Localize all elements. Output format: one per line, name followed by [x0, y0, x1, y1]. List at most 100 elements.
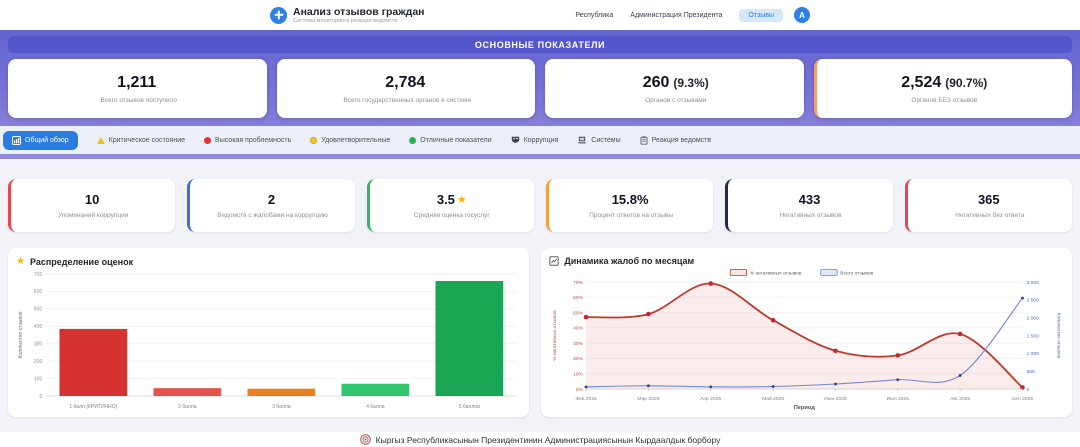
- total-point[interactable]: [959, 374, 962, 377]
- svg-text:3 балла: 3 балла: [272, 404, 291, 410]
- chart-box-icon: [549, 256, 559, 266]
- rating-distribution-chart-card: ★ Распределение оценок 01002003004005006…: [8, 248, 529, 417]
- stat-value: 15.8%: [612, 192, 649, 207]
- svg-text:40%: 40%: [573, 326, 584, 332]
- total-point[interactable]: [897, 378, 900, 381]
- tab-critical[interactable]: Критическое состояние: [97, 137, 185, 144]
- stat-value: 433: [799, 192, 821, 207]
- clipboard-icon: [640, 136, 648, 145]
- svg-text:% негативных отзывов: % негативных отзывов: [553, 310, 559, 361]
- negative-point[interactable]: [896, 353, 901, 358]
- stat-card-agencies-corruption: 2 Ведомств с жалобами на коррупцию: [187, 179, 354, 232]
- bar-4[interactable]: [341, 384, 409, 396]
- stat-card-corruption-mentions: 10 Упоминаний коррупции: [8, 179, 175, 232]
- green-circle-icon: [409, 137, 416, 144]
- nav-link-republic[interactable]: Республика: [575, 12, 613, 19]
- svg-text:700: 700: [34, 272, 43, 278]
- kpi-label: Всего отзывов поступило: [100, 97, 177, 104]
- negative-point[interactable]: [771, 318, 776, 323]
- svg-text:Май 2025: Май 2025: [762, 395, 784, 402]
- stat-card-negative-unanswered: 365 Негативных без ответа: [905, 179, 1072, 232]
- kpi-extra: (9.3%): [673, 76, 708, 90]
- kpi-card-total-reviews: 1,211 Всего отзывов поступило: [8, 59, 267, 118]
- total-point[interactable]: [647, 384, 650, 387]
- app-title: Анализ отзывов граждан: [293, 6, 425, 18]
- stat-value: 3.5: [437, 192, 455, 207]
- svg-text:1 500: 1 500: [1027, 333, 1040, 339]
- kpi-card-total-organs: 2,784 Всего государственных органов в си…: [277, 59, 536, 118]
- svg-text:5 баллов: 5 баллов: [459, 404, 481, 410]
- tab-satisfactory[interactable]: Удовлетворительные: [310, 137, 390, 144]
- tab-high-problem[interactable]: Высокая проблемность: [204, 137, 291, 144]
- svg-text:10%: 10%: [573, 372, 584, 378]
- tab-corruption[interactable]: Коррупция: [511, 136, 559, 144]
- app-logo-plus-icon: [270, 7, 287, 24]
- negative-point[interactable]: [646, 312, 651, 317]
- total-point[interactable]: [1021, 297, 1024, 300]
- bar-2[interactable]: [153, 388, 221, 396]
- kpi-value: 260: [643, 74, 670, 92]
- section-banner: ОСНОВНЫЕ ПОКАЗАТЕЛИ: [8, 36, 1072, 53]
- tab-label: Высокая проблемность: [215, 137, 291, 144]
- kpi-value: 2,784: [385, 74, 425, 92]
- chart-title-dynamics: Динамика жалоб по месяцам: [549, 256, 1064, 266]
- negative-point[interactable]: [584, 315, 589, 320]
- tab-excellent[interactable]: Отличные показатели: [409, 137, 491, 144]
- nav-button-reviews[interactable]: Отзывы: [739, 9, 783, 22]
- total-point[interactable]: [834, 383, 837, 386]
- rating-distribution-bar-chart: 0100200300400500600700Количество отзывов…: [16, 268, 521, 414]
- total-point[interactable]: [772, 385, 775, 388]
- svg-text:400: 400: [34, 324, 43, 330]
- svg-text:Количество отзывов: Количество отзывов: [1056, 313, 1062, 359]
- svg-text:Мар 2025: Мар 2025: [638, 396, 660, 402]
- kpi-value: 1,211: [117, 74, 156, 92]
- svg-text:Фев 2025: Фев 2025: [576, 396, 598, 402]
- negative-point[interactable]: [709, 281, 714, 286]
- title-block: Анализ отзывов граждан Система мониторин…: [293, 6, 425, 24]
- bar-5[interactable]: [435, 281, 503, 396]
- kpi-extra: (90.7%): [945, 76, 987, 90]
- svg-text:Всего отзывов: Всего отзывов: [841, 270, 874, 276]
- negative-point[interactable]: [833, 348, 838, 353]
- svg-text:0: 0: [1027, 387, 1030, 393]
- tab-agency-reaction[interactable]: Реакция ведомств: [640, 136, 711, 145]
- total-point[interactable]: [710, 385, 713, 388]
- tab-systems[interactable]: Системы: [577, 136, 620, 144]
- star-icon: ★: [457, 193, 467, 206]
- kpi-label: Органов БЕЗ отзывов: [911, 97, 977, 104]
- main-content: 10 Упоминаний коррупции 2 Ведомств с жал…: [0, 179, 1080, 417]
- tab-label: Коррупция: [524, 137, 559, 144]
- yellow-circle-icon: [310, 137, 317, 144]
- svg-text:2 балла: 2 балла: [178, 404, 197, 410]
- tab-label: Отличные показатели: [420, 137, 491, 144]
- svg-text:Сен 2025: Сен 2025: [1012, 396, 1034, 402]
- svg-text:Количество отзывов: Количество отзывов: [18, 311, 24, 358]
- app-footer: Кыргыз Республикасынын Президентинин Адм…: [0, 432, 1080, 447]
- svg-text:Апр 2025: Апр 2025: [701, 396, 722, 402]
- stat-label: Процент ответов на отзывы: [589, 212, 673, 219]
- negative-point[interactable]: [958, 332, 963, 337]
- nav-link-administration[interactable]: Администрация Президента: [630, 12, 722, 19]
- bar-1[interactable]: [59, 329, 127, 396]
- tab-label: Удовлетворительные: [321, 137, 390, 144]
- kpi-label: Всего государственных органов в системе: [343, 97, 471, 104]
- header-container: Анализ отзывов граждан Система мониторин…: [270, 6, 810, 24]
- stat-card-average-rating: 3.5★ Средняя оценка госуслуг: [367, 179, 534, 232]
- svg-text:100: 100: [34, 376, 43, 382]
- stat-card-negative-reviews: 433 Негативных отзывов: [725, 179, 892, 232]
- stat-value: 2: [268, 192, 275, 207]
- svg-text:50%: 50%: [573, 310, 584, 316]
- total-point[interactable]: [585, 385, 588, 388]
- user-avatar[interactable]: А: [794, 7, 810, 23]
- tab-overview[interactable]: Общий обзор: [3, 131, 78, 150]
- svg-text:1 000: 1 000: [1027, 351, 1040, 357]
- filter-tab-strip: Общий обзор Критическое состояние Высока…: [0, 126, 1080, 154]
- svg-text:Июл 2025: Июл 2025: [887, 396, 910, 402]
- tab-label: Критическое состояние: [109, 137, 185, 144]
- bar-3[interactable]: [247, 389, 315, 396]
- svg-text:Авг 2025: Авг 2025: [950, 396, 970, 402]
- app-header: Анализ отзывов граждан Система мониторин…: [0, 0, 1080, 30]
- stat-value: 10: [85, 192, 99, 207]
- footer-text: Кыргыз Республикасынын Президентинин Адм…: [376, 435, 721, 445]
- kpi-card-organs-with-reviews: 260(9.3%) Органов с отзывами: [545, 59, 804, 118]
